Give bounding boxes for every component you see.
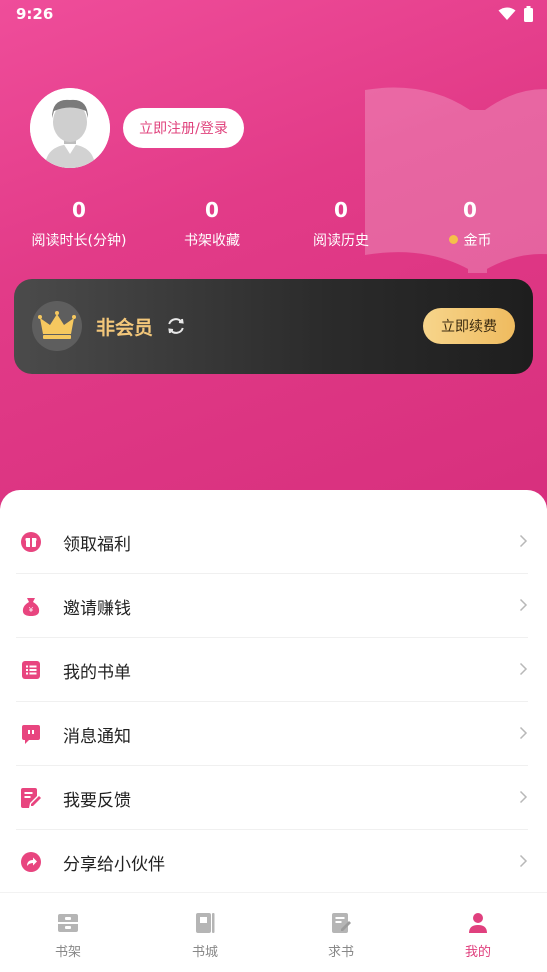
request-book-icon: [332, 913, 351, 933]
tab-label: 我的: [464, 945, 491, 960]
share-icon: [21, 852, 41, 872]
tab-mine[interactable]: 我的: [410, 893, 546, 972]
menu-item-messages[interactable]: 消息通知: [16, 702, 528, 766]
stat-value: 0: [205, 198, 219, 222]
coin-icon: [448, 235, 458, 244]
tab-label: 书架: [54, 945, 81, 960]
stat-reading-time[interactable]: 0 阅读时长(分钟): [9, 196, 149, 250]
svg-text:¥: ¥: [29, 606, 34, 614]
status-icons: [498, 6, 533, 22]
menu-item-booklist[interactable]: 我的书单: [16, 638, 528, 702]
chevron-right-icon: [519, 854, 528, 868]
menu-label: 消息通知: [63, 727, 131, 747]
crown-icon: [38, 311, 76, 339]
tab-label: 求书: [327, 945, 354, 960]
profile-screen: 9:26 立即注册/登录 0 阅读时长(分钟) 0 书架收藏 0 阅读历史 0 …: [0, 0, 547, 972]
chevron-right-icon: [519, 790, 528, 804]
chevron-right-icon: [519, 662, 528, 676]
stat-label: 金币: [400, 232, 540, 250]
stat-label: 阅读历史: [313, 233, 369, 249]
stat-label: 阅读时长(分钟): [31, 233, 127, 249]
chevron-right-icon: [519, 726, 528, 740]
bookshelf-icon: [58, 914, 78, 932]
feedback-icon: [21, 788, 41, 808]
menu-label: 领取福利: [63, 535, 131, 555]
menu-item-feedback[interactable]: 我要反馈: [16, 766, 528, 830]
gift-icon: [21, 532, 41, 552]
chevron-right-icon: [519, 534, 528, 548]
stats-row: 0 阅读时长(分钟) 0 书架收藏 0 阅读历史 0 金币: [0, 196, 547, 266]
stat-value: 0: [334, 198, 348, 222]
stat-value: 0: [463, 198, 477, 222]
stat-reading-history[interactable]: 0 阅读历史: [271, 196, 411, 250]
menu-label: 分享给小伙伴: [63, 855, 165, 875]
message-icon: [22, 725, 40, 744]
battery-icon: [524, 6, 533, 22]
stat-bookshelf[interactable]: 0 书架收藏: [142, 196, 282, 250]
bottom-tab-bar: 书架 书城 求书 我的: [0, 892, 547, 972]
tab-request-book[interactable]: 求书: [273, 893, 409, 972]
tab-bookstore[interactable]: 书城: [137, 893, 273, 972]
register-login-button[interactable]: 立即注册/登录: [123, 108, 244, 148]
status-time: 9:26: [16, 5, 54, 23]
avatar-placeholder-icon: [30, 88, 110, 168]
tab-label: 书城: [191, 945, 218, 960]
menu-label: 我的书单: [63, 663, 131, 683]
menu-list: 领取福利 ¥ 邀请赚钱 我的书单 消息通知 我要反馈 分享给小伙伴: [16, 510, 528, 893]
stat-coins[interactable]: 0 金币: [400, 196, 540, 250]
crown-badge: [32, 301, 82, 351]
menu-label: 我要反馈: [63, 791, 131, 811]
vip-status: 非会员: [96, 317, 154, 339]
bookstore-icon: [196, 913, 215, 933]
money-bag-icon: ¥: [22, 598, 40, 616]
menu-item-invite[interactable]: ¥ 邀请赚钱: [16, 574, 528, 638]
menu-item-welfare[interactable]: 领取福利: [16, 510, 528, 574]
menu-item-share[interactable]: 分享给小伙伴: [16, 830, 528, 893]
vip-card[interactable]: 非会员 立即续费: [14, 279, 533, 374]
status-bar: 9:26: [0, 0, 547, 30]
renew-button[interactable]: 立即续费: [423, 308, 515, 344]
list-icon: [22, 661, 40, 679]
stat-label-text: 金币: [463, 233, 492, 249]
user-icon: [469, 913, 487, 933]
menu-label: 邀请赚钱: [63, 599, 131, 619]
wifi-icon: [498, 7, 516, 20]
avatar[interactable]: [30, 88, 110, 168]
stat-label: 书架收藏: [184, 233, 240, 249]
tab-bookshelf[interactable]: 书架: [0, 893, 136, 972]
chevron-right-icon: [519, 598, 528, 612]
refresh-icon[interactable]: [166, 316, 186, 336]
stat-value: 0: [72, 198, 86, 222]
